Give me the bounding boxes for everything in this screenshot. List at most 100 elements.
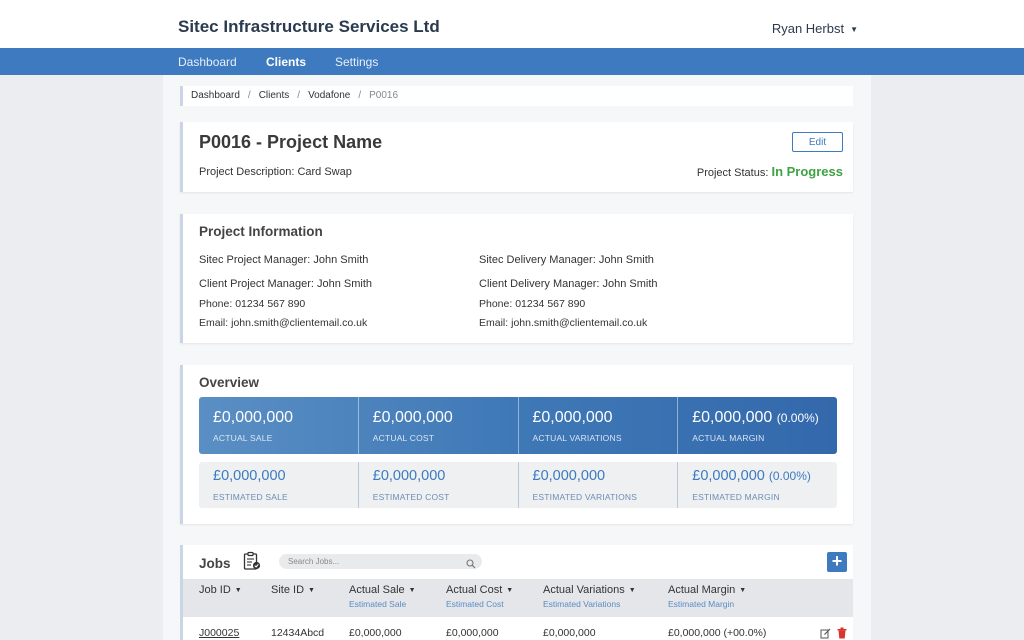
sort-down-icon: ▼ <box>506 586 514 594</box>
client-pm-label: Client Project Manager: <box>199 278 314 290</box>
company-name: Sitec Infrastructure Services Ltd <box>178 17 440 36</box>
edit-icon[interactable] <box>820 626 831 640</box>
breadcrumb-clients[interactable]: Clients <box>259 90 290 101</box>
cost-cell: £0,000,000 <box>446 627 499 639</box>
breadcrumb-separator: / <box>247 90 251 101</box>
stat-estimated-variations: £0,000,000 Estimated Variations <box>517 462 678 508</box>
jobs-card: Jobs + Job ID▼ Site ID▼ Actual Sale▼Esti… <box>180 545 853 640</box>
stat-actual-cost: £0,000,000 Actual Cost <box>357 397 518 454</box>
user-menu[interactable]: Ryan Herbst ▼ <box>772 21 858 36</box>
stat-value: £0,000,000 (0.00%) <box>692 409 819 426</box>
sitec-project-manager: Sitec Project Manager: John Smith <box>199 254 368 266</box>
sort-down-icon: ▼ <box>234 586 242 594</box>
stat-actual-sale: £0,000,000 Actual Sale <box>199 397 358 454</box>
stat-estimated-sale: £0,000,000 Estimated Sale <box>199 462 358 508</box>
project-information-card: Project Information Sitec Project Manage… <box>180 214 853 343</box>
sort-down-icon: ▼ <box>739 586 747 594</box>
nav-settings[interactable]: Settings <box>335 55 378 69</box>
breadcrumb-client[interactable]: Vodafone <box>308 90 350 101</box>
actual-stats: £0,000,000 Actual Sale £0,000,000 Actual… <box>199 397 837 454</box>
email-value[interactable]: john.smith@clientemail.co.uk <box>231 317 367 329</box>
phone-value: 01234 567 890 <box>235 298 306 310</box>
stat-label: Estimated Sale <box>213 492 288 502</box>
breadcrumb-separator: / <box>297 90 301 101</box>
email-label: Email: <box>199 317 229 329</box>
stat-value: £0,000,000 <box>372 468 446 484</box>
estimated-stats: £0,000,000 Estimated Sale £0,000,000 Est… <box>199 462 837 508</box>
nav-clients[interactable]: Clients <box>266 55 306 69</box>
stat-value: £0,000,000 <box>532 468 606 484</box>
stat-label: Estimated Cost <box>372 492 450 502</box>
variations-cell: £0,000,000 <box>543 627 596 639</box>
edit-button[interactable]: Edit <box>792 132 843 152</box>
column-site-id[interactable]: Site ID ▼ <box>271 584 315 596</box>
stat-value: £0,000,000 <box>532 409 613 426</box>
email-left: Email: john.smith@clientemail.co.uk <box>199 317 367 329</box>
user-name: Ryan Herbst <box>771 21 845 36</box>
table-row: J000025 12434Abcd £0,000,000 £0,000,000 … <box>183 617 853 640</box>
stat-actual-variations: £0,000,000 Actual Variations <box>517 397 678 454</box>
stat-value: £0,000,000 (0.00%) <box>692 468 811 484</box>
sitec-dm-label: Sitec Delivery Manager: <box>479 254 596 266</box>
stat-label: Actual Variations <box>532 433 622 443</box>
jobs-table-header: Job ID ▼ Site ID ▼ Actual Sale ▼ Estimated S… <box>183 579 853 617</box>
caret-down-icon: ▼ <box>850 25 858 35</box>
stat-value: £0,000,000 <box>213 468 286 484</box>
description-label: Project Description: <box>199 166 295 178</box>
stat-percent: (0.00%) <box>776 411 819 425</box>
phone-left: Phone: 01234 567 890 <box>199 298 305 310</box>
breadcrumb-dashboard[interactable]: Dashboard <box>191 90 240 101</box>
stat-percent: (0.00%) <box>768 469 811 483</box>
phone-value: 01234 567 890 <box>515 298 586 310</box>
project-header-card: P0016 - Project Name Edit Project Descri… <box>180 122 853 192</box>
column-job-id[interactable]: Job ID ▼ <box>199 584 242 596</box>
client-dm-value: John Smith <box>602 278 658 290</box>
project-title: P0016 - Project Name <box>199 132 383 152</box>
phone-label: Phone: <box>199 298 233 310</box>
top-bar: Sitec Infrastructure Services Ltd Ryan H… <box>0 0 1024 48</box>
stat-estimated-margin: £0,000,000 (0.00%) Estimated Margin <box>677 462 837 508</box>
stat-label: Estimated Variations <box>532 492 638 502</box>
sort-down-icon: ▼ <box>308 586 315 594</box>
client-pm-value: John Smith <box>317 278 373 290</box>
breadcrumb: Dashboard / Clients / Vodafone / P0016 <box>180 86 853 106</box>
column-actual-cost[interactable]: Actual Cost ▼ Estimated Cost <box>446 584 513 609</box>
email-label: Email: <box>479 317 509 329</box>
stat-value: £0,000,000 <box>372 409 453 426</box>
stat-label: Estimated Margin <box>692 492 780 502</box>
search-jobs-input[interactable] <box>279 554 482 569</box>
overview-heading: Overview <box>199 375 260 390</box>
client-delivery-manager: Client Delivery Manager: John Smith <box>479 278 658 290</box>
margin-cell: £0,000,000 (+00.0%) <box>668 627 767 639</box>
stat-value: £0,000,000 <box>213 409 294 426</box>
sitec-pm-value: John Smith <box>313 254 369 266</box>
overview-card: Overview £0,000,000 Actual Sale £0,000,0… <box>180 365 853 524</box>
email-value[interactable]: john.smith@clientemail.co.uk <box>511 317 647 329</box>
client-dm-label: Client Delivery Manager: <box>479 278 600 290</box>
add-job-button[interactable]: + <box>827 552 847 572</box>
site-id-cell: 12434Abcd <box>271 627 325 639</box>
sort-down-icon: ▼ <box>628 586 636 594</box>
job-id-link[interactable]: J000025 <box>199 627 239 639</box>
status-label: Project Status: <box>696 167 769 179</box>
stat-label: Actual Sale <box>213 433 273 443</box>
main-nav: Dashboard Clients Settings <box>0 48 1024 75</box>
sitec-delivery-manager: Sitec Delivery Manager: John Smith <box>479 254 654 266</box>
search-icon[interactable] <box>466 556 476 574</box>
jobs-heading: Jobs <box>199 556 231 571</box>
stat-label: Actual Margin <box>692 433 765 443</box>
breadcrumb-current: P0016 <box>369 90 399 101</box>
sitec-dm-value: John Smith <box>598 254 654 266</box>
column-actual-variations[interactable]: Actual Variations ▼ Estimated Variations <box>543 584 636 609</box>
column-actual-sale[interactable]: Actual Sale ▼ Estimated Sale <box>349 584 416 609</box>
stat-estimated-cost: £0,000,000 Estimated Cost <box>357 462 518 508</box>
phone-right: Phone: 01234 567 890 <box>479 298 585 310</box>
sitec-pm-label: Sitec Project Manager: <box>199 254 311 266</box>
project-status: Project Status: In Progress <box>697 164 843 179</box>
column-actual-margin[interactable]: Actual Margin ▼ Estimated Margin <box>668 584 746 609</box>
nav-dashboard[interactable]: Dashboard <box>178 55 237 69</box>
delete-icon[interactable] <box>837 626 847 640</box>
breadcrumb-separator: / <box>358 90 362 101</box>
email-right: Email: john.smith@clientemail.co.uk <box>479 317 647 329</box>
phone-label: Phone: <box>479 298 513 310</box>
